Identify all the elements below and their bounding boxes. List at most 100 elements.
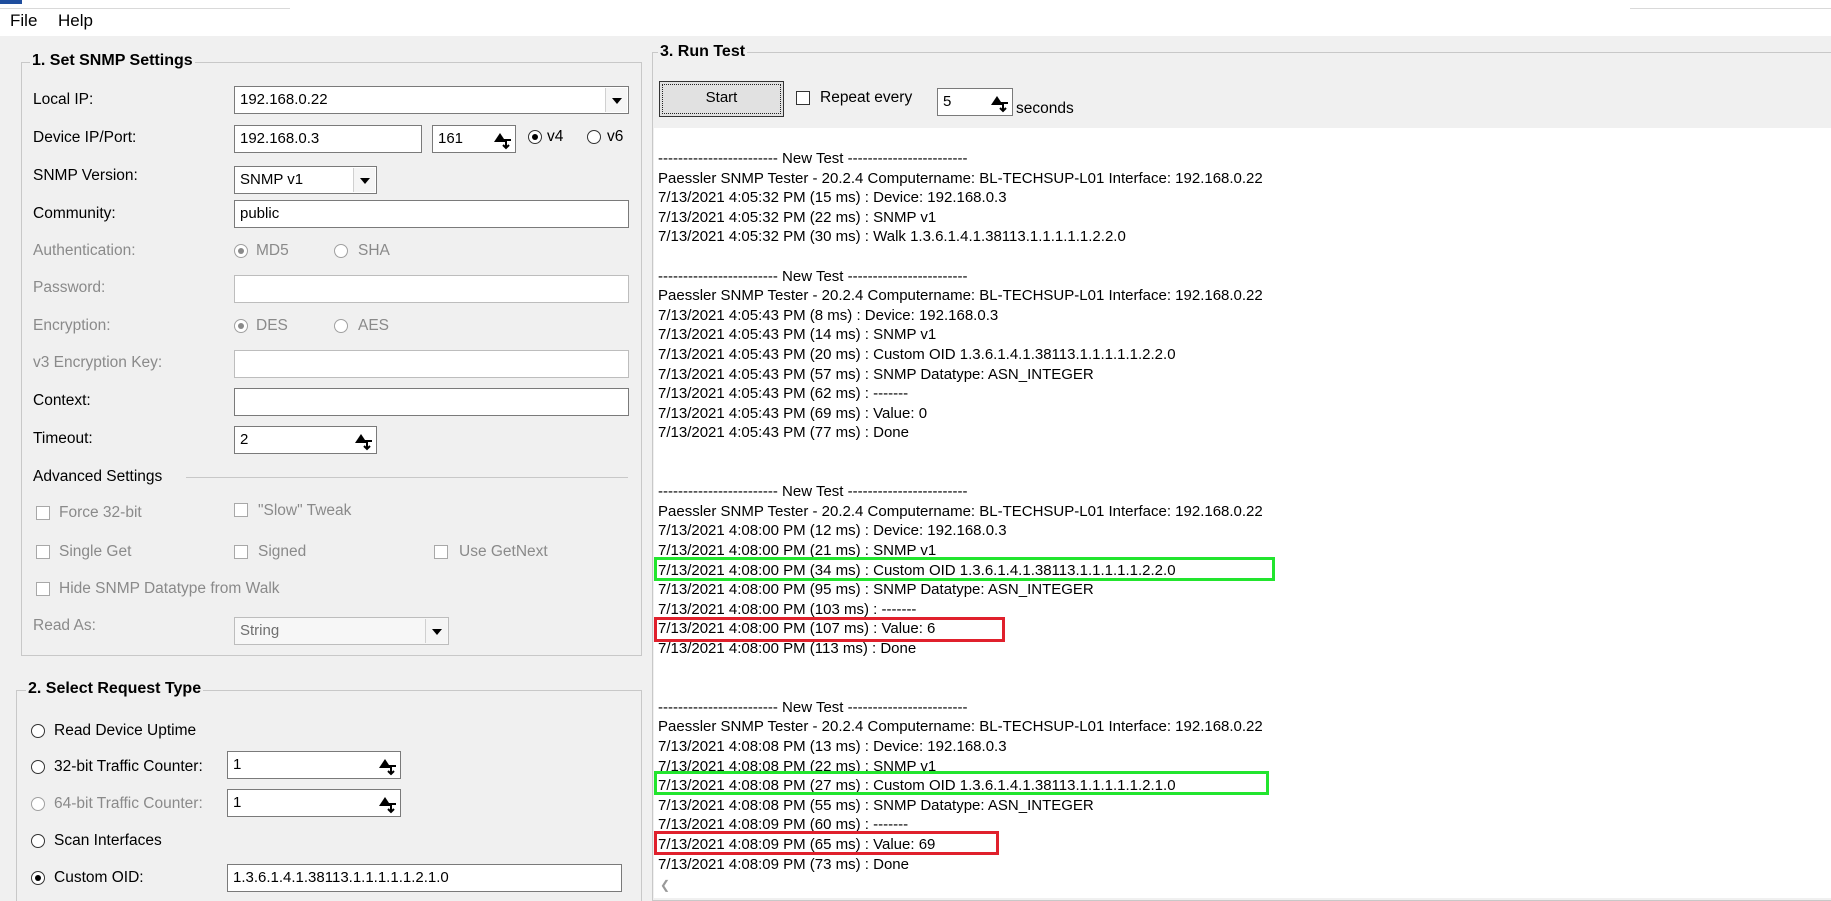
traffic64-radio[interactable] [31, 797, 45, 811]
signed-label: Signed [258, 543, 307, 560]
use-getnext-label: Use GetNext [459, 543, 548, 560]
repeat-interval-stepper[interactable]: 5 [937, 88, 1013, 116]
custom-oid-input[interactable]: 1.3.6.1.4.1.38113.1.1.1.1.1.2.1.0 [227, 864, 622, 892]
log-line: 7/13/2021 4:05:43 PM (69 ms) : Value: 0 [658, 404, 928, 422]
highlight-custom-oid-2 [654, 771, 1269, 795]
force32-checkbox[interactable] [36, 506, 50, 520]
aes-label: AES [358, 317, 390, 334]
spinner-icon[interactable] [988, 91, 1010, 113]
log-line: 7/13/2021 4:05:43 PM (20 ms) : Custom OI… [658, 346, 1176, 363]
des-radio[interactable] [234, 319, 248, 333]
chevron-down-icon [605, 88, 627, 112]
repeat-checkbox[interactable] [796, 91, 810, 105]
community-input[interactable]: public [234, 200, 629, 228]
force32-label: Force 32-bit [59, 504, 142, 521]
authentication-label: Authentication: [33, 242, 136, 259]
read-as-select[interactable]: String [234, 617, 449, 645]
timeout-stepper[interactable]: 2 [234, 426, 377, 454]
log-line: 7/13/2021 4:05:43 PM (57 ms) : SNMP Data… [658, 365, 1094, 383]
single-get-label: Single Get [59, 543, 132, 560]
traffic64-label: 64-bit Traffic Counter: [54, 795, 203, 812]
traffic32-radio[interactable] [31, 760, 45, 774]
scan-interfaces-radio[interactable] [31, 834, 45, 848]
run-test-title: 3. Run Test [658, 43, 748, 61]
advanced-settings-label: Advanced Settings [33, 468, 163, 485]
log-line: 7/13/2021 4:08:08 PM (13 ms) : Device: 1… [658, 738, 1007, 755]
start-button[interactable]: Start [659, 81, 784, 117]
context-input[interactable] [234, 388, 629, 416]
custom-oid-label: Custom OID: [54, 869, 144, 886]
custom-oid-radio[interactable] [31, 871, 45, 885]
community-label: Community: [33, 205, 116, 222]
v3-key-input[interactable] [234, 350, 629, 378]
ipv4-radio[interactable] [528, 130, 542, 144]
read-as-label: Read As: [33, 617, 96, 634]
snmp-settings-title: 1. Set SNMP Settings [30, 52, 195, 70]
chevron-down-icon [353, 168, 375, 192]
log-line: ------------------------ New Test ------… [658, 150, 968, 167]
highlight-value-2 [654, 831, 999, 855]
highlight-custom-oid-1 [654, 557, 1275, 581]
password-label: Password: [33, 279, 106, 296]
traffic32-label: 32-bit Traffic Counter: [54, 758, 203, 775]
log-line: 7/13/2021 4:08:00 PM (113 ms) : Done [658, 640, 917, 657]
sha-radio[interactable] [334, 244, 348, 258]
repeat-label: Repeat every [820, 89, 913, 106]
log-line: 7/13/2021 4:08:00 PM (95 ms) : SNMP Data… [658, 581, 1094, 599]
device-ip-label: Device IP/Port: [33, 129, 137, 146]
local-ip-select[interactable]: 192.168.0.22 [234, 86, 629, 114]
snmp-version-label: SNMP Version: [33, 167, 138, 184]
slow-tweak-checkbox[interactable] [234, 503, 248, 517]
device-port-stepper[interactable]: 161 [432, 125, 516, 153]
log-line: ------------------------ New Test ------… [658, 483, 968, 501]
spinner-icon[interactable] [376, 754, 398, 776]
menu-help[interactable]: Help [58, 11, 93, 31]
log-line: 7/13/2021 4:05:43 PM (77 ms) : Done [658, 424, 909, 442]
context-label: Context: [33, 392, 91, 409]
ipv6-radio[interactable] [587, 130, 601, 144]
menu-bar: File Help [0, 0, 1831, 36]
aes-radio[interactable] [334, 319, 348, 333]
log-line: 7/13/2021 4:05:32 PM (22 ms) : SNMP v1 [658, 208, 937, 226]
traffic32-stepper[interactable]: 1 [227, 751, 401, 779]
md5-label: MD5 [256, 242, 289, 259]
slow-tweak-label: "Slow" Tweak [258, 502, 352, 519]
v3-key-label: v3 Encryption Key: [33, 354, 163, 371]
log-line: 7/13/2021 4:08:09 PM (73 ms) : Done [658, 855, 909, 873]
sha-label: SHA [358, 242, 390, 259]
log-line: 7/13/2021 4:08:08 PM (55 ms) : SNMP Data… [658, 796, 1094, 814]
spinner-icon[interactable] [376, 792, 398, 814]
log-line: 7/13/2021 4:08:00 PM (12 ms) : Device: 1… [658, 522, 1007, 540]
uptime-radio[interactable] [31, 724, 45, 738]
traffic64-stepper[interactable]: 1 [227, 789, 401, 817]
log-line: 7/13/2021 4:05:43 PM (62 ms) : ------- [658, 385, 909, 403]
log-line: 7/13/2021 4:05:43 PM (8 ms) : Device: 19… [658, 306, 999, 324]
seconds-label: seconds [1016, 100, 1074, 117]
log-line: Paessler SNMP Tester - 20.2.4 Computerna… [658, 169, 1263, 187]
ipv4-label: v4 [547, 128, 564, 145]
encryption-label: Encryption: [33, 317, 111, 334]
password-input[interactable] [234, 275, 629, 303]
hide-datatype-checkbox[interactable] [36, 582, 50, 596]
device-ip-input[interactable]: 192.168.0.3 [234, 125, 422, 153]
snmp-version-select[interactable]: SNMP v1 [234, 166, 377, 194]
menu-file[interactable]: File [10, 11, 37, 31]
log-line: ------------------------ New Test ------… [658, 698, 968, 716]
des-label: DES [256, 317, 288, 334]
log-line: Paessler SNMP Tester - 20.2.4 Computerna… [658, 718, 1263, 736]
app-icon [0, 0, 22, 4]
timeout-label: Timeout: [33, 430, 93, 447]
chevron-down-icon [425, 619, 447, 643]
log-line: ------------------------ New Test ------… [658, 267, 968, 285]
uptime-label: Read Device Uptime [54, 722, 197, 739]
spinner-icon[interactable] [352, 429, 374, 451]
scroll-left-icon[interactable]: ❮ [660, 878, 670, 892]
hide-datatype-label: Hide SNMP Datatype from Walk [59, 580, 280, 597]
local-ip-label: Local IP: [33, 91, 94, 108]
signed-checkbox[interactable] [234, 545, 248, 559]
md5-radio[interactable] [234, 244, 248, 258]
log-line: 7/13/2021 4:05:43 PM (14 ms) : SNMP v1 [658, 326, 937, 344]
spinner-icon[interactable] [491, 128, 513, 150]
single-get-checkbox[interactable] [36, 545, 50, 559]
use-getnext-checkbox[interactable] [434, 545, 448, 559]
